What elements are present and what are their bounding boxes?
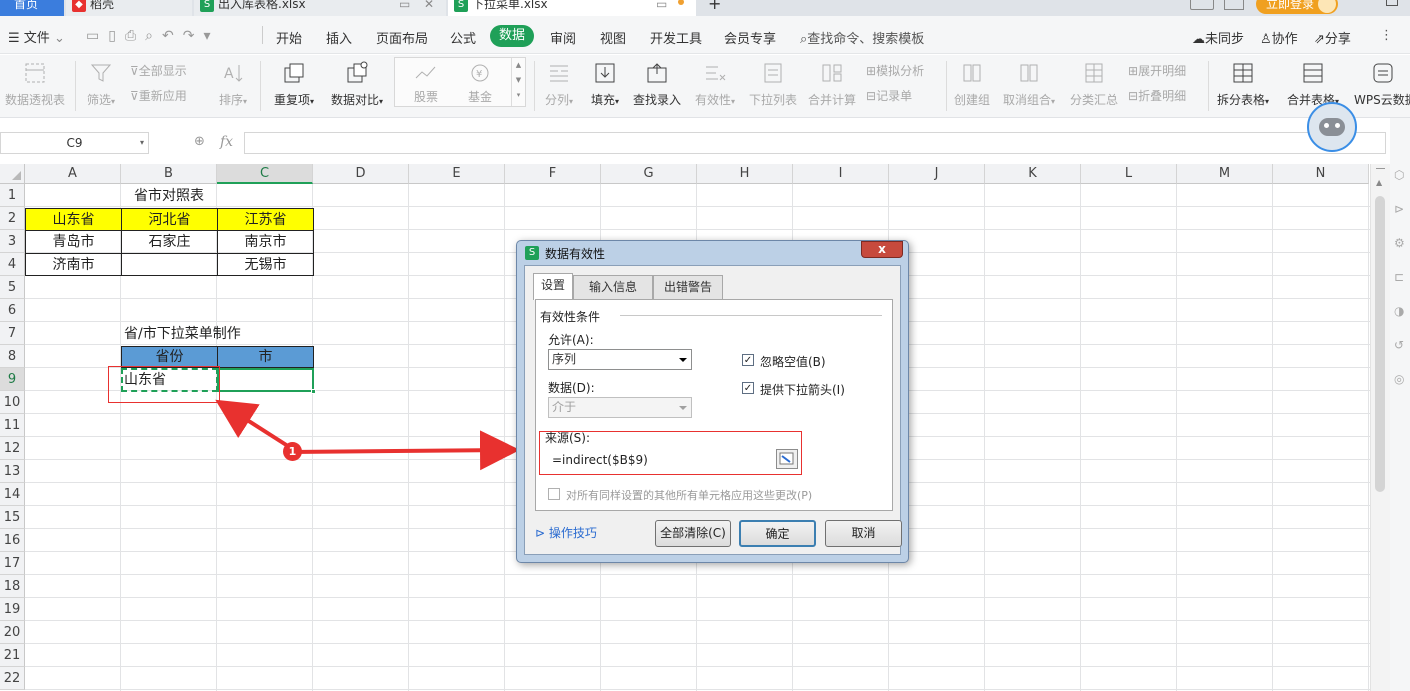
tips-label: 操作技巧	[548, 526, 597, 540]
allow-value: 序列	[552, 352, 577, 366]
tab-input-message[interactable]: 输入信息	[573, 275, 653, 299]
range-picker-icon[interactable]	[776, 449, 798, 469]
ignore-blank-label: 忽略空值(B)	[760, 355, 826, 369]
tab-error-alert[interactable]: 出错警告	[653, 275, 723, 299]
dialog-title: 数据有效性	[545, 247, 606, 261]
annotation-arrow-to-b9	[215, 399, 293, 450]
validity-criteria-heading: 有效性条件	[540, 310, 601, 324]
apply-all-checkbox[interactable]	[548, 488, 560, 500]
ignore-blank-checkbox[interactable]: ✓	[742, 354, 754, 366]
dialog-titlebar[interactable]: S 数据有效性 x	[517, 241, 908, 265]
allow-label: 允许(A):	[548, 333, 594, 347]
source-label: 来源(S):	[545, 431, 591, 445]
clear-all-button[interactable]: 全部清除(C)	[655, 520, 731, 547]
data-validity-dialog: S 数据有效性 x 设置 输入信息 出错警告 有效性条件 允许(A): 序列 数…	[516, 240, 909, 563]
dropdown-arrow-checkbox[interactable]: ✓	[742, 382, 754, 394]
dropdown-arrow-label: 提供下拉箭头(I)	[760, 383, 845, 397]
chevron-down-icon	[675, 398, 691, 417]
dialog-body: 设置 输入信息 出错警告 有效性条件 允许(A): 序列 数据(D): 介于 ✓…	[524, 265, 902, 555]
dialog-close-button[interactable]: x	[861, 241, 903, 258]
play-circle-icon: ⊳	[535, 526, 549, 540]
source-input[interactable]: =indirect($B$9)	[548, 447, 800, 473]
annotation-arrow-to-source	[290, 430, 520, 471]
ok-button[interactable]: 确定	[739, 520, 816, 547]
allow-select[interactable]: 序列	[548, 349, 692, 370]
data-label: 数据(D):	[548, 381, 595, 395]
apply-all-label: 对所有同样设置的其他所有单元格应用这些更改(P)	[566, 489, 813, 502]
source-value: =indirect($B$9)	[552, 453, 648, 467]
section-divider	[620, 315, 882, 316]
settings-panel: 有效性条件 允许(A): 序列 数据(D): 介于 ✓ 忽略空值(B) ✓ 提供…	[535, 299, 893, 511]
data-value: 介于	[552, 400, 577, 414]
annotation-marker: 1	[283, 442, 302, 461]
spreadsheet-icon: S	[525, 246, 539, 260]
tab-settings[interactable]: 设置	[533, 273, 573, 300]
cancel-button[interactable]: 取消	[825, 520, 902, 547]
chevron-down-icon	[675, 350, 691, 369]
tips-link[interactable]: ⊳ 操作技巧	[535, 524, 597, 541]
data-select[interactable]: 介于	[548, 397, 692, 418]
